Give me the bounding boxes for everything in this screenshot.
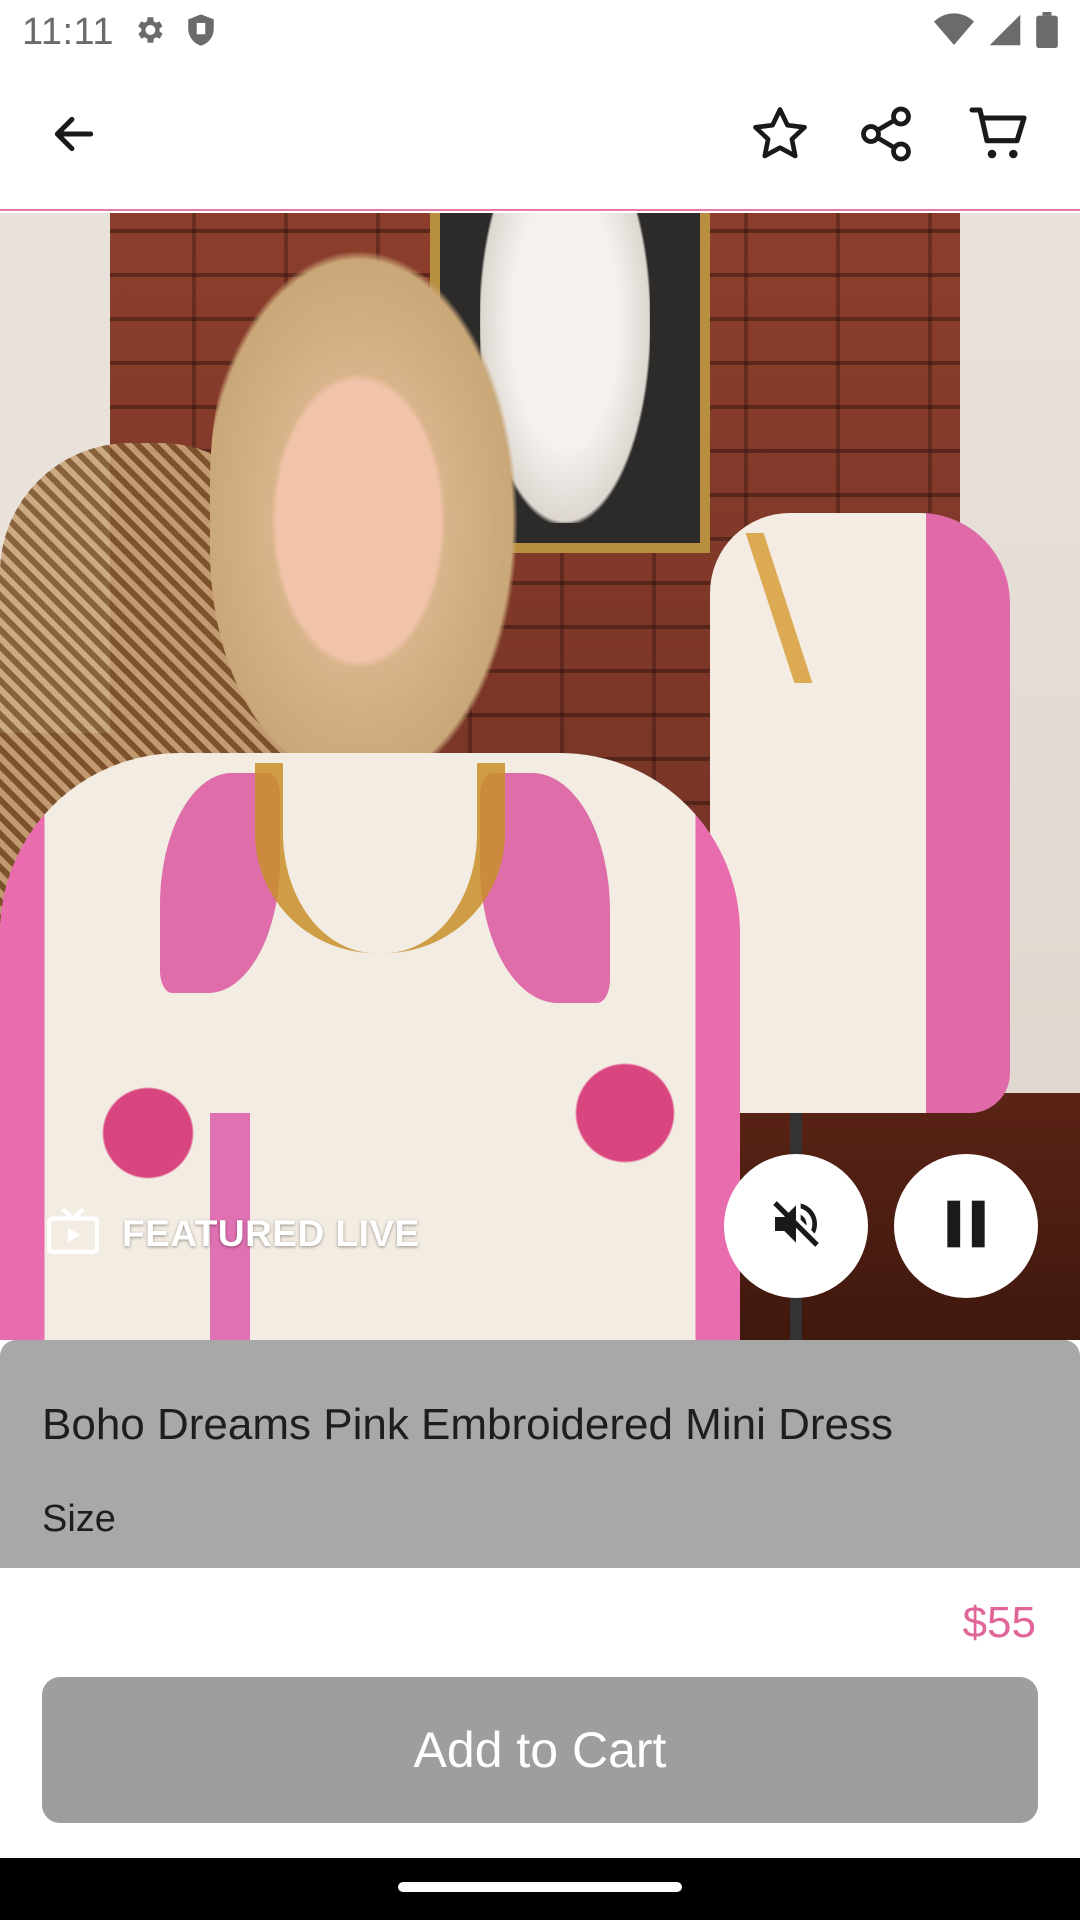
size-label: Size: [42, 1498, 116, 1540]
cart-button[interactable]: [958, 94, 1042, 178]
back-arrow-icon: [49, 109, 99, 164]
favorite-button[interactable]: [738, 94, 822, 178]
pause-button[interactable]: [894, 1154, 1038, 1298]
featured-live-badge: FEATURED LIVE: [46, 1206, 420, 1261]
product-price: $55: [962, 1598, 1036, 1647]
status-right-icons: [934, 11, 1058, 53]
wifi-icon: [934, 12, 974, 52]
signal-icon: [988, 13, 1022, 52]
system-nav-bar: [0, 1858, 1080, 1920]
star-icon: [749, 103, 811, 170]
shield-icon: [186, 13, 216, 52]
product-title: Boho Dreams Pink Embroidered Mini Dress: [42, 1400, 893, 1449]
purchase-bar: $55 Add to Cart: [0, 1568, 1080, 1858]
back-button[interactable]: [32, 94, 116, 178]
status-bar: 11:11: [0, 0, 1080, 64]
status-left-icons: [132, 13, 216, 52]
pause-icon: [941, 1196, 991, 1257]
share-button[interactable]: [844, 94, 928, 178]
mute-icon: [768, 1196, 824, 1257]
add-to-cart-button[interactable]: Add to Cart: [42, 1677, 1038, 1823]
gear-icon: [132, 13, 166, 52]
sheet-scrim: [0, 1340, 1080, 1568]
battery-icon: [1036, 11, 1058, 53]
home-gesture-handle[interactable]: [398, 1882, 682, 1892]
tv-icon: [46, 1206, 100, 1261]
product-details-sheet[interactable]: Boho Dreams Pink Embroidered Mini Dress …: [0, 1340, 1080, 1568]
mute-button[interactable]: [724, 1154, 868, 1298]
featured-live-label: FEATURED LIVE: [122, 1212, 420, 1254]
cart-icon: [968, 102, 1032, 171]
app-bar: [0, 64, 1080, 211]
status-time: 11:11: [22, 10, 114, 53]
share-icon: [856, 104, 916, 169]
